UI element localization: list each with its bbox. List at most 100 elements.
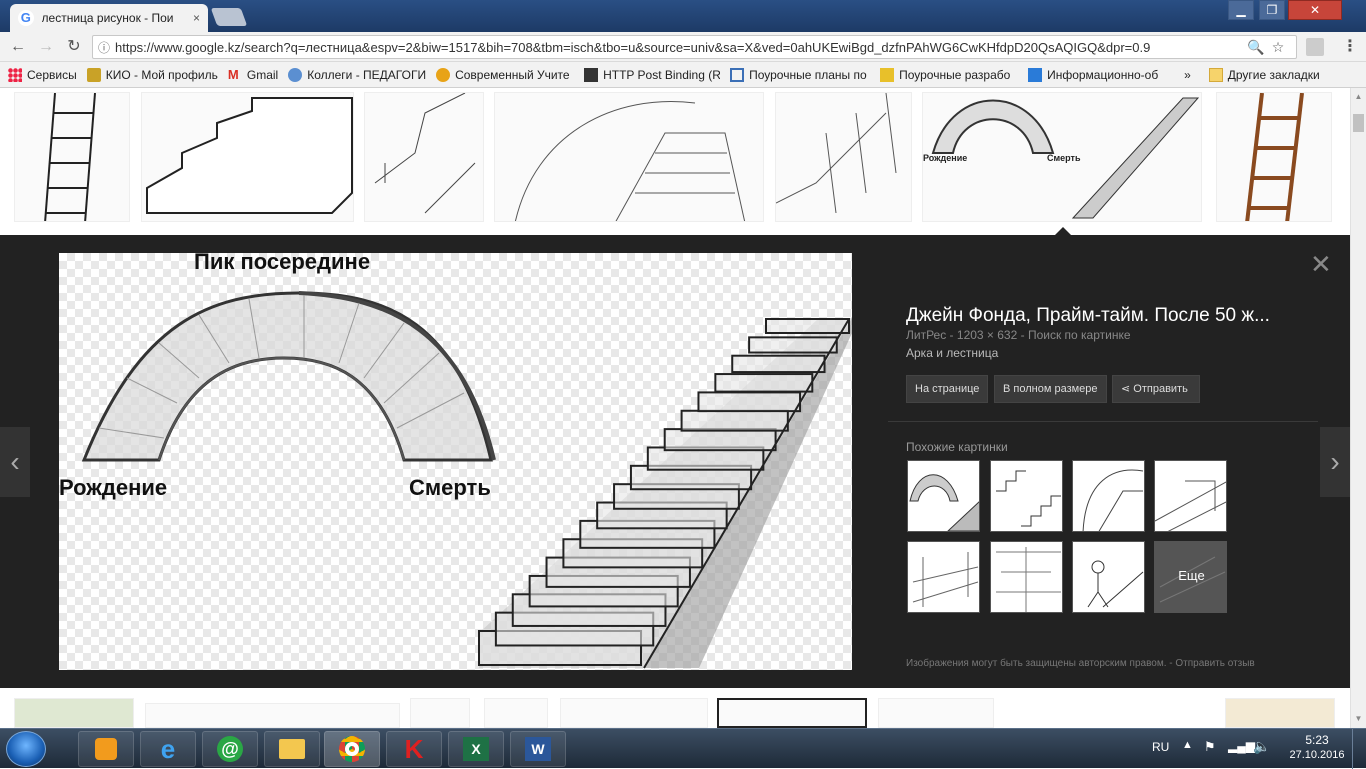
star-icon[interactable]: ☆ [1267, 39, 1289, 56]
search-icon[interactable]: 🔍 [1245, 39, 1267, 56]
thumb-label: Смерть [1047, 153, 1081, 163]
result-thumbnail[interactable] [1216, 92, 1332, 222]
network-icon[interactable]: ▂▄▆ [1228, 739, 1255, 753]
clock-time[interactable]: 5:23 [1292, 733, 1342, 747]
scroll-up-icon[interactable]: ▲ [1353, 92, 1364, 102]
show-hidden-icons[interactable]: ▲ [1182, 739, 1193, 751]
result-thumbnail[interactable] [145, 703, 400, 728]
result-thumbnail[interactable] [717, 698, 867, 728]
forward-icon[interactable]: → [36, 37, 56, 57]
previous-image-button[interactable]: ‹ [0, 427, 30, 497]
similar-thumbnail[interactable] [907, 541, 980, 613]
similar-thumbnail[interactable] [990, 460, 1063, 532]
language-indicator[interactable]: RU [1152, 740, 1169, 754]
result-thumbnail[interactable] [560, 698, 708, 728]
taskbar-internet-explorer[interactable]: e [140, 731, 196, 767]
stair-step [697, 391, 802, 413]
reload-icon[interactable]: ↻ [64, 37, 84, 57]
preview-image[interactable]: Пик посередине Рождение Смерть [59, 249, 852, 670]
close-window-button[interactable]: ✕ [1288, 0, 1342, 20]
media-player-icon [95, 738, 117, 760]
bookmark-label: HTTP Post Binding (Re [603, 67, 721, 82]
bookmark-informacionno[interactable]: Информационно-об [1028, 67, 1170, 82]
action-center-flag-icon[interactable]: ⚑ [1204, 739, 1216, 755]
bookmark-label: Современный Учите [455, 67, 570, 82]
similar-thumbnail[interactable] [1072, 541, 1145, 613]
image-meta: ЛитРес - 1203 × 632 - Поиск по картинке [906, 328, 1131, 342]
bookmark-label: Информационно-об [1047, 67, 1159, 82]
scroll-thumb[interactable] [1353, 114, 1364, 132]
show-desktop-button[interactable] [1352, 729, 1366, 769]
clock-date[interactable]: 27.10.2016 [1284, 749, 1350, 761]
result-thumbnail-selected[interactable]: Рождение Смерть [922, 92, 1202, 222]
browser-tab[interactable]: G лестница рисунок - Пои × [10, 4, 208, 32]
result-thumbnail[interactable] [410, 698, 470, 728]
result-thumbnail[interactable] [1225, 698, 1335, 728]
stair-step [748, 336, 838, 354]
result-thumbnail[interactable] [14, 92, 130, 222]
bookmark-kollegi[interactable]: Коллеги - ПЕДАГОГИ [288, 67, 427, 82]
taskbar-file-explorer[interactable] [264, 731, 320, 767]
back-icon[interactable]: ← [8, 37, 28, 57]
similar-thumbnail[interactable] [1154, 460, 1227, 532]
taskbar-mail-agent[interactable]: @ [202, 731, 258, 767]
folder-icon [279, 739, 305, 759]
minimize-button[interactable]: ▁ [1228, 0, 1254, 20]
next-image-button[interactable]: › [1320, 427, 1350, 497]
extension-icon[interactable] [1306, 38, 1324, 56]
folder-icon [1208, 67, 1223, 82]
copyright-notice[interactable]: Изображения могут быть защищены авторски… [906, 658, 1255, 669]
bookmark-label: КИО - Мой профиль [105, 67, 218, 82]
windows-taskbar: e @ K X W RU ▲ ⚑ ▂▄▆ 🔈 5:23 27.10.2016 [0, 728, 1366, 769]
title-bar: G лестница рисунок - Пои × ▁ ❐ ✕ [0, 0, 1366, 32]
result-thumbnail[interactable] [878, 698, 994, 728]
more-similar-button[interactable]: Еще [1154, 541, 1227, 613]
bookmark-label: Коллеги - ПЕДАГОГИ [307, 67, 427, 82]
other-bookmarks[interactable]: Другие закладки [1208, 67, 1320, 82]
taskbar-chrome[interactable] [324, 731, 380, 767]
similar-thumbnail[interactable] [990, 541, 1063, 613]
result-thumbnail[interactable] [364, 92, 484, 222]
image-title-link[interactable]: Джейн Фонда, Прайм-тайм. После 50 ж... [906, 305, 1306, 327]
visit-page-button[interactable]: На странице [906, 375, 989, 403]
similar-thumbnail[interactable] [907, 460, 980, 532]
chevron-right-icon: › [1330, 446, 1340, 477]
share-icon: ⋖ [1121, 383, 1134, 395]
volume-icon[interactable]: 🔈 [1253, 738, 1270, 755]
bookmarks-more-button[interactable]: » [1184, 68, 1191, 82]
start-button[interactable] [6, 731, 46, 767]
menu-icon[interactable]: ⋮ [1340, 37, 1360, 57]
result-thumbnail[interactable] [141, 92, 354, 222]
bookmark-sovremenny[interactable]: Современный Учите [436, 67, 574, 82]
site-icon [730, 67, 745, 82]
bookmark-http-post[interactable]: HTTP Post Binding (Re [584, 67, 721, 82]
thumb-label: Рождение [923, 153, 968, 163]
taskbar-media-player[interactable] [78, 731, 134, 767]
arch-and-stairs-illustration [81, 291, 852, 669]
view-full-size-button[interactable]: В полном размере [994, 375, 1107, 403]
bookmark-pourochnye-razrab[interactable]: Поурочные разрабо [880, 67, 1018, 82]
new-tab-button[interactable] [210, 8, 248, 26]
taskbar-word[interactable]: W [510, 731, 566, 767]
taskbar-excel[interactable]: X [448, 731, 504, 767]
address-bar[interactable]: ⓘ https://www.google.kz/search?q=лестниц… [92, 35, 1297, 59]
result-thumbnail[interactable] [484, 698, 548, 728]
bookmark-services[interactable]: Сервисы [8, 67, 77, 82]
share-button[interactable]: ⋖ Отправить [1112, 375, 1200, 403]
bookmark-pourochnye-plany[interactable]: Поурочные планы по [730, 67, 870, 82]
result-thumbnail[interactable] [775, 92, 912, 222]
scroll-down-icon[interactable]: ▼ [1353, 714, 1364, 724]
bookmark-gmail[interactable]: M Gmail [228, 68, 278, 82]
taskbar-kaspersky[interactable]: K [386, 731, 442, 767]
stair-step [731, 354, 826, 374]
page-info-icon[interactable]: ⓘ [93, 39, 115, 56]
bookmark-label: Поурочные разрабо [899, 67, 1011, 82]
bookmark-kio[interactable]: КИО - Мой профиль [86, 67, 218, 82]
restore-button[interactable]: ❐ [1259, 0, 1285, 20]
similar-thumbnail[interactable] [1072, 460, 1145, 532]
result-thumbnail[interactable] [14, 698, 134, 728]
result-thumbnail[interactable] [494, 92, 764, 222]
excel-icon: X [463, 737, 489, 761]
page-scrollbar[interactable]: ▲ ▼ [1350, 88, 1366, 728]
tab-close-icon[interactable]: × [193, 11, 200, 25]
